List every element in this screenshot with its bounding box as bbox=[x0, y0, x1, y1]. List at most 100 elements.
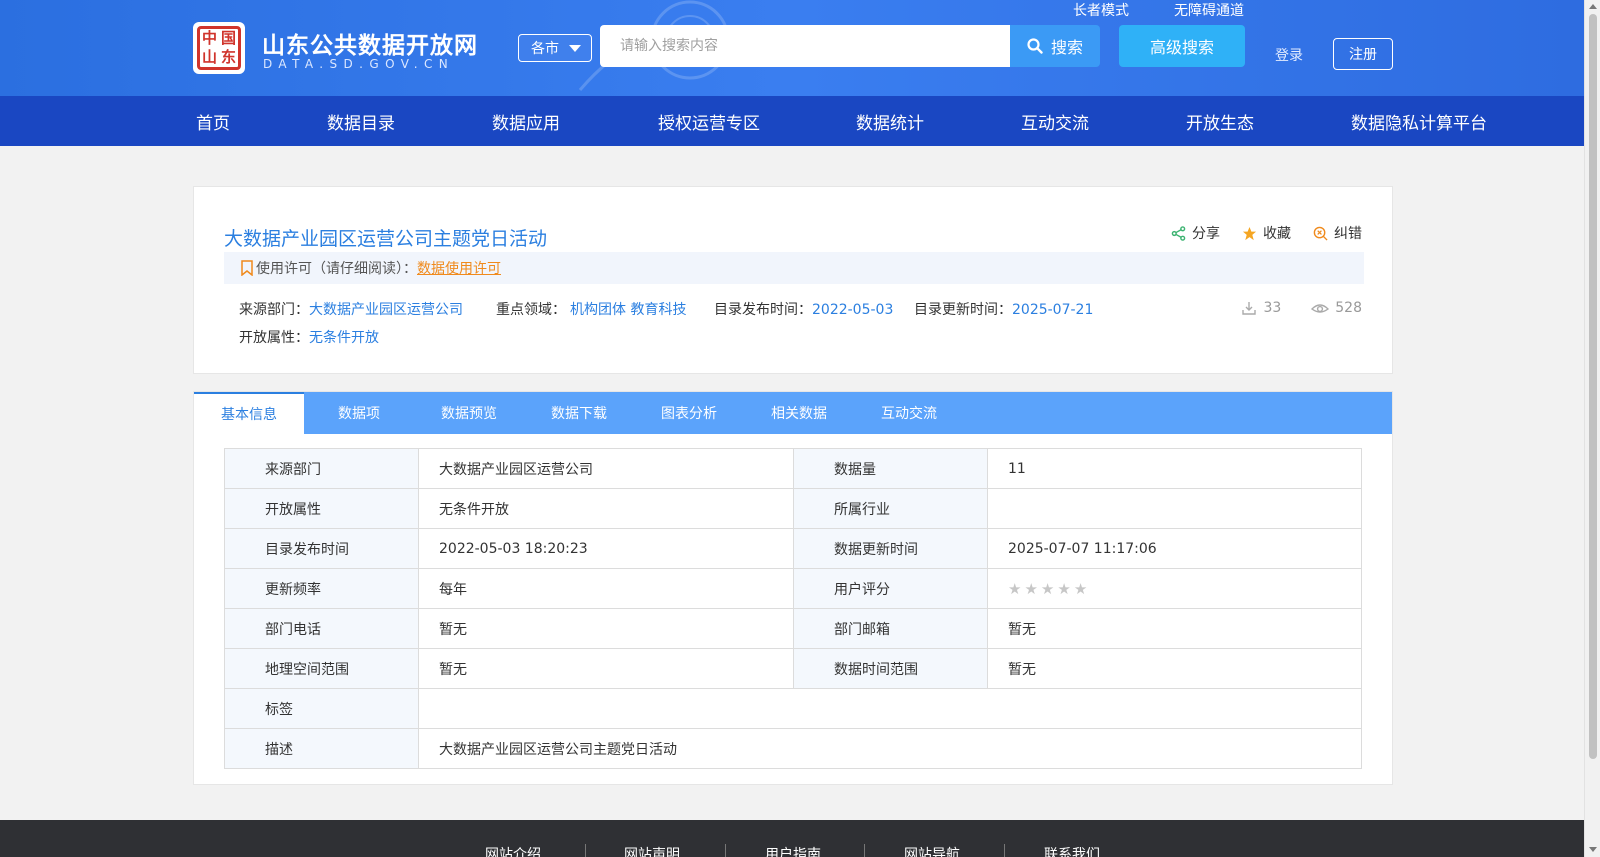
star-icon[interactable]: ★ bbox=[1008, 580, 1021, 598]
source-dept-link[interactable]: 大数据产业园区运营公司 bbox=[309, 302, 463, 318]
star-icon bbox=[1242, 226, 1257, 240]
login-link[interactable]: 登录 bbox=[1275, 45, 1303, 65]
tab-data-items[interactable]: 数据项 bbox=[304, 392, 414, 434]
tab-interaction[interactable]: 互动交流 bbox=[854, 392, 964, 434]
elder-mode-link[interactable]: 长者模式 bbox=[1073, 0, 1129, 20]
table-value bbox=[418, 688, 1362, 729]
table-label: 数据时间范围 bbox=[793, 648, 988, 689]
nav-item-statistics[interactable]: 数据统计 bbox=[856, 109, 924, 134]
accessibility-link[interactable]: 无障碍通道 bbox=[1174, 0, 1244, 20]
scrollbar-thumb[interactable] bbox=[1589, 14, 1597, 759]
search-icon bbox=[1027, 38, 1043, 54]
register-button[interactable]: 注册 bbox=[1333, 38, 1393, 70]
search-input[interactable] bbox=[600, 25, 1010, 67]
scroll-down-icon[interactable] bbox=[1589, 847, 1597, 852]
license-link[interactable]: 数据使用许可 bbox=[417, 258, 501, 278]
site-header: 中 国 山 东 山东公共数据开放网 DATA.SD.GOV.CN 长者模式 无障… bbox=[0, 0, 1584, 96]
nav-item-ecosystem[interactable]: 开放生态 bbox=[1186, 109, 1254, 134]
license-bar: 使用许可（请仔细阅读）： 数据使用许可 bbox=[224, 252, 1364, 284]
table-label: 用户评分 bbox=[793, 568, 988, 609]
dataset-detail-card: 基本信息 数据项 数据预览 数据下载 图表分析 相关数据 互动交流 来源部门 大… bbox=[193, 391, 1393, 785]
star-icon[interactable]: ★ bbox=[1074, 580, 1087, 598]
open-attr-label: 开放属性： bbox=[239, 330, 309, 346]
nav-item-catalog[interactable]: 数据目录 bbox=[327, 109, 395, 134]
table-value bbox=[987, 488, 1362, 529]
star-icon[interactable]: ★ bbox=[1041, 580, 1054, 598]
nav-item-apps[interactable]: 数据应用 bbox=[492, 109, 560, 134]
publish-meta: 目录发布时间：2022-05-03 bbox=[714, 299, 893, 319]
update-meta: 目录更新时间：2025-07-21 bbox=[914, 299, 1093, 319]
update-label: 目录更新时间： bbox=[914, 302, 1012, 318]
view-count: 528 bbox=[1311, 300, 1362, 316]
share-button[interactable]: 分享 bbox=[1171, 223, 1220, 243]
scroll-up-icon[interactable] bbox=[1589, 4, 1597, 9]
table-value: 每年 bbox=[418, 568, 794, 609]
site-footer: 网站介绍 网站声明 用户指南 网站导航 联系我们 bbox=[0, 820, 1584, 857]
update-date: 2025-07-21 bbox=[1012, 302, 1094, 318]
footer-divider bbox=[864, 844, 865, 857]
seal-char: 国 bbox=[220, 29, 236, 47]
table-value: 暂无 bbox=[418, 608, 794, 649]
table-label: 部门电话 bbox=[224, 608, 419, 649]
tab-related-data[interactable]: 相关数据 bbox=[744, 392, 854, 434]
footer-link-about[interactable]: 网站介绍 bbox=[485, 844, 541, 857]
report-error-label: 纠错 bbox=[1334, 226, 1362, 242]
footer-link-contact[interactable]: 联系我们 bbox=[1044, 844, 1100, 857]
footer-link-sitemap[interactable]: 网站导航 bbox=[904, 844, 960, 857]
table-row: 标签 bbox=[224, 688, 1362, 729]
report-error-button[interactable]: 纠错 bbox=[1313, 223, 1362, 243]
footer-link-statement[interactable]: 网站声明 bbox=[624, 844, 680, 857]
nav-item-interaction[interactable]: 互动交流 bbox=[1021, 109, 1089, 134]
table-label: 数据量 bbox=[793, 448, 988, 489]
table-label: 部门邮箱 bbox=[793, 608, 988, 649]
eye-icon bbox=[1311, 304, 1330, 313]
table-value: 暂无 bbox=[987, 648, 1362, 689]
table-value: 2025-07-07 11:17:06 bbox=[987, 528, 1362, 569]
nav-item-authorized-ops[interactable]: 授权运营专区 bbox=[658, 109, 760, 134]
table-row: 地理空间范围 暂无 数据时间范围 暂无 bbox=[224, 648, 1362, 689]
nav-item-home[interactable]: 首页 bbox=[196, 109, 230, 134]
tab-data-download[interactable]: 数据下载 bbox=[524, 392, 634, 434]
nav-item-privacy-computing[interactable]: 数据隐私计算平台 bbox=[1351, 109, 1487, 134]
table-label: 开放属性 bbox=[224, 488, 419, 529]
table-value: 无条件开放 bbox=[418, 488, 794, 529]
domain-value[interactable]: 机构团体 教育科技 bbox=[570, 302, 686, 318]
favorite-label: 收藏 bbox=[1263, 226, 1291, 242]
site-title[interactable]: 山东公共数据开放网 bbox=[262, 26, 478, 60]
seal-char: 中 bbox=[201, 29, 217, 47]
table-label: 数据更新时间 bbox=[793, 528, 988, 569]
error-search-icon bbox=[1313, 226, 1328, 241]
advanced-search-button[interactable]: 高级搜索 bbox=[1119, 25, 1245, 67]
seal-char: 东 bbox=[220, 48, 236, 66]
publish-label: 目录发布时间： bbox=[714, 302, 812, 318]
tab-basic-info[interactable]: 基本信息 bbox=[194, 392, 304, 434]
rating-stars[interactable]: ★ ★ ★ ★ ★ bbox=[1008, 580, 1341, 598]
star-icon[interactable]: ★ bbox=[1057, 580, 1070, 598]
table-value: 大数据产业园区运营公司主题党日活动 bbox=[418, 728, 1362, 769]
city-select-value: 各市 bbox=[531, 41, 559, 57]
table-row: 描述 大数据产业园区运营公司主题党日活动 bbox=[224, 728, 1362, 769]
favorite-button[interactable]: 收藏 bbox=[1242, 223, 1291, 243]
view-count-value: 528 bbox=[1335, 300, 1362, 316]
dataset-stats: 33 528 bbox=[1241, 300, 1362, 316]
table-row: 更新频率 每年 用户评分 ★ ★ ★ ★ ★ bbox=[224, 568, 1362, 609]
dataset-title: 大数据产业园区运营公司主题党日活动 bbox=[224, 228, 548, 250]
footer-divider bbox=[585, 844, 586, 857]
table-value: 暂无 bbox=[987, 608, 1362, 649]
site-logo-seal[interactable]: 中 国 山 东 bbox=[193, 22, 245, 74]
city-select[interactable]: 各市 bbox=[518, 34, 592, 62]
table-value: 2022-05-03 18:20:23 bbox=[418, 528, 794, 569]
footer-divider bbox=[1004, 844, 1005, 857]
star-icon[interactable]: ★ bbox=[1024, 580, 1037, 598]
main-nav: 首页 数据目录 数据应用 授权运营专区 数据统计 互动交流 开放生态 数据隐私计… bbox=[0, 96, 1584, 146]
tab-data-preview[interactable]: 数据预览 bbox=[414, 392, 524, 434]
license-label: 使用许可（请仔细阅读）： bbox=[256, 261, 417, 277]
search-button[interactable]: 搜索 bbox=[1010, 25, 1100, 67]
page-scrollbar[interactable] bbox=[1584, 0, 1600, 857]
footer-divider bbox=[725, 844, 726, 857]
tab-chart-analysis[interactable]: 图表分析 bbox=[634, 392, 744, 434]
table-label: 描述 bbox=[224, 728, 419, 769]
table-label: 地理空间范围 bbox=[224, 648, 419, 689]
source-dept-label: 来源部门： bbox=[239, 302, 309, 318]
footer-link-guide[interactable]: 用户指南 bbox=[765, 844, 821, 857]
